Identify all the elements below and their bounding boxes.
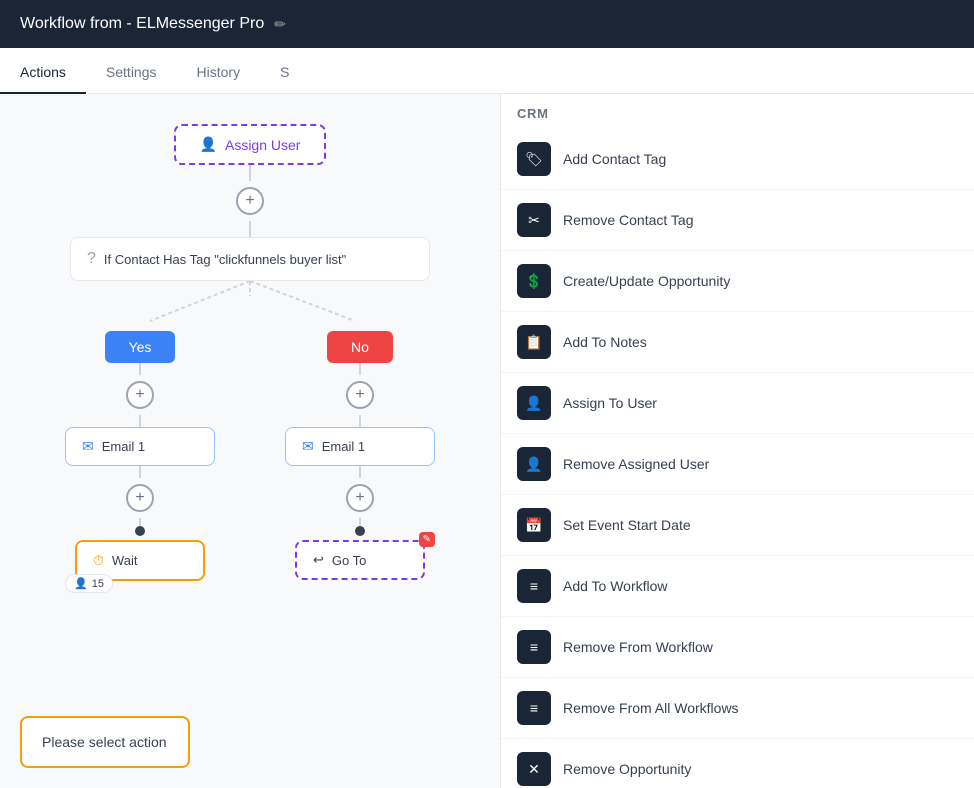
- action-item-remove-assigned-user[interactable]: 👤 Remove Assigned User: [501, 434, 974, 495]
- yes-connector-1: [139, 363, 141, 375]
- workflow-canvas: 👤 Assign User + ? If Contact Has Tag "cl…: [0, 94, 500, 788]
- no-plus-2[interactable]: +: [346, 484, 374, 512]
- yes-connector-3: [139, 466, 141, 478]
- goto-node[interactable]: ↩ Go To: [295, 540, 425, 580]
- no-email-label: Email 1: [322, 439, 365, 454]
- no-button[interactable]: No: [327, 331, 393, 363]
- action-label-remove-opportunity: Remove Opportunity: [563, 761, 691, 777]
- action-icon-add-to-workflow: ≡: [517, 569, 551, 603]
- please-select-action[interactable]: Please select action: [20, 716, 190, 768]
- action-item-add-contact-tag[interactable]: 🏷 Add Contact Tag: [501, 129, 974, 190]
- action-item-add-to-notes[interactable]: 📋 Add To Notes: [501, 312, 974, 373]
- action-icon-remove-opportunity: ✕: [517, 752, 551, 786]
- yes-email-node[interactable]: ✉ Email 1: [65, 427, 215, 466]
- user-count: 15: [92, 578, 104, 590]
- goto-label: Go To: [332, 553, 366, 568]
- tab-actions[interactable]: Actions: [0, 52, 86, 94]
- condition-node[interactable]: ? If Contact Has Tag "clickfunnels buyer…: [70, 237, 430, 281]
- no-plus[interactable]: +: [346, 381, 374, 409]
- main-layout: 👤 Assign User + ? If Contact Has Tag "cl…: [0, 94, 974, 788]
- tab-s[interactable]: S: [260, 52, 309, 94]
- connector-2: [249, 221, 251, 237]
- yes-button[interactable]: Yes: [105, 331, 176, 363]
- action-item-add-to-workflow[interactable]: ≡ Add To Workflow: [501, 556, 974, 617]
- assign-user-node[interactable]: 👤 Assign User: [174, 124, 327, 165]
- action-label-create-update-opportunity: Create/Update Opportunity: [563, 273, 730, 289]
- please-select-text: Please select action: [42, 734, 167, 750]
- email-icon-2: ✉: [302, 438, 314, 455]
- action-icon-remove-from-all-workflows: ≡: [517, 691, 551, 725]
- action-panel: CRM 🏷 Add Contact Tag ✂ Remove Contact Tag 💲…: [500, 94, 974, 788]
- no-connect-dot: [355, 526, 365, 536]
- no-branch: No + ✉ Email 1 +: [270, 331, 450, 581]
- action-item-remove-opportunity[interactable]: ✕ Remove Opportunity: [501, 739, 974, 788]
- action-label-remove-from-workflow: Remove From Workflow: [563, 639, 713, 655]
- connector-1: [249, 165, 251, 181]
- action-icon-remove-from-workflow: ≡: [517, 630, 551, 664]
- action-label-remove-contact-tag: Remove Contact Tag: [563, 212, 693, 228]
- action-item-assign-to-user[interactable]: 👤 Assign To User: [501, 373, 974, 434]
- canvas-inner: 👤 Assign User + ? If Contact Has Tag "cl…: [0, 94, 500, 601]
- yes-connector-2: [139, 415, 141, 427]
- yes-connector-4: [139, 518, 141, 526]
- goto-icon: ↩: [313, 552, 324, 568]
- action-item-set-event-start-date[interactable]: 📅 Set Event Start Date: [501, 495, 974, 556]
- yes-branch: Yes + ✉ Email 1 +: [50, 331, 230, 581]
- action-icon-create-update-opportunity: 💲: [517, 264, 551, 298]
- user-icon: 👤: [74, 577, 88, 590]
- user-badge: 👤 15: [65, 574, 113, 593]
- wait-label: Wait: [112, 553, 138, 568]
- header: Workflow from - ELMessenger Pro ✏: [0, 0, 974, 48]
- action-list: 🏷 Add Contact Tag ✂ Remove Contact Tag 💲 Crea…: [501, 129, 974, 788]
- action-icon-remove-assigned-user: 👤: [517, 447, 551, 481]
- tab-bar: Actions Settings History S: [0, 48, 974, 94]
- edit-icon[interactable]: ✏: [274, 16, 286, 33]
- tab-settings[interactable]: Settings: [86, 52, 177, 94]
- action-label-add-to-notes: Add To Notes: [563, 334, 647, 350]
- action-icon-set-event-start-date: 📅: [517, 508, 551, 542]
- yes-plus[interactable]: +: [126, 381, 154, 409]
- no-connector-3: [359, 466, 361, 478]
- action-icon-add-contact-tag: 🏷: [517, 142, 551, 176]
- action-item-remove-contact-tag[interactable]: ✂ Remove Contact Tag: [501, 190, 974, 251]
- clock-icon: ⏱: [93, 552, 104, 569]
- action-icon-add-to-notes: 📋: [517, 325, 551, 359]
- please-select-container: Please select action: [20, 716, 190, 768]
- action-label-set-event-start-date: Set Event Start Date: [563, 517, 691, 533]
- assign-user-icon: 👤: [200, 136, 217, 153]
- no-email-node[interactable]: ✉ Email 1: [285, 427, 435, 466]
- action-label-add-contact-tag: Add Contact Tag: [563, 151, 666, 167]
- action-item-remove-from-workflow[interactable]: ≡ Remove From Workflow: [501, 617, 974, 678]
- action-icon-assign-to-user: 👤: [517, 386, 551, 420]
- condition-text: If Contact Has Tag "clickfunnels buyer l…: [104, 252, 346, 267]
- condition-icon: ?: [87, 250, 96, 268]
- assign-user-label: Assign User: [225, 137, 300, 153]
- email-icon-1: ✉: [82, 438, 94, 455]
- action-icon-remove-contact-tag: ✂: [517, 203, 551, 237]
- no-connector-1: [359, 363, 361, 375]
- edit-badge: ✎: [419, 532, 435, 547]
- branches: Yes + ✉ Email 1 +: [50, 331, 450, 581]
- no-connector-4: [359, 518, 361, 526]
- tab-history[interactable]: History: [177, 52, 261, 94]
- yes-connect-dot: [135, 526, 145, 536]
- plus-button-1[interactable]: +: [236, 187, 264, 215]
- action-label-remove-from-all-workflows: Remove From All Workflows: [563, 700, 739, 716]
- action-label-assign-to-user: Assign To User: [563, 395, 657, 411]
- yes-plus-2[interactable]: +: [126, 484, 154, 512]
- action-item-remove-from-all-workflows[interactable]: ≡ Remove From All Workflows: [501, 678, 974, 739]
- action-label-remove-assigned-user: Remove Assigned User: [563, 456, 709, 472]
- workflow-title: Workflow from - ELMessenger Pro: [20, 15, 264, 33]
- yes-email-label: Email 1: [102, 439, 145, 454]
- action-item-create-update-opportunity[interactable]: 💲 Create/Update Opportunity: [501, 251, 974, 312]
- section-title-crm: CRM: [501, 94, 974, 129]
- no-connector-2: [359, 415, 361, 427]
- action-label-add-to-workflow: Add To Workflow: [563, 578, 668, 594]
